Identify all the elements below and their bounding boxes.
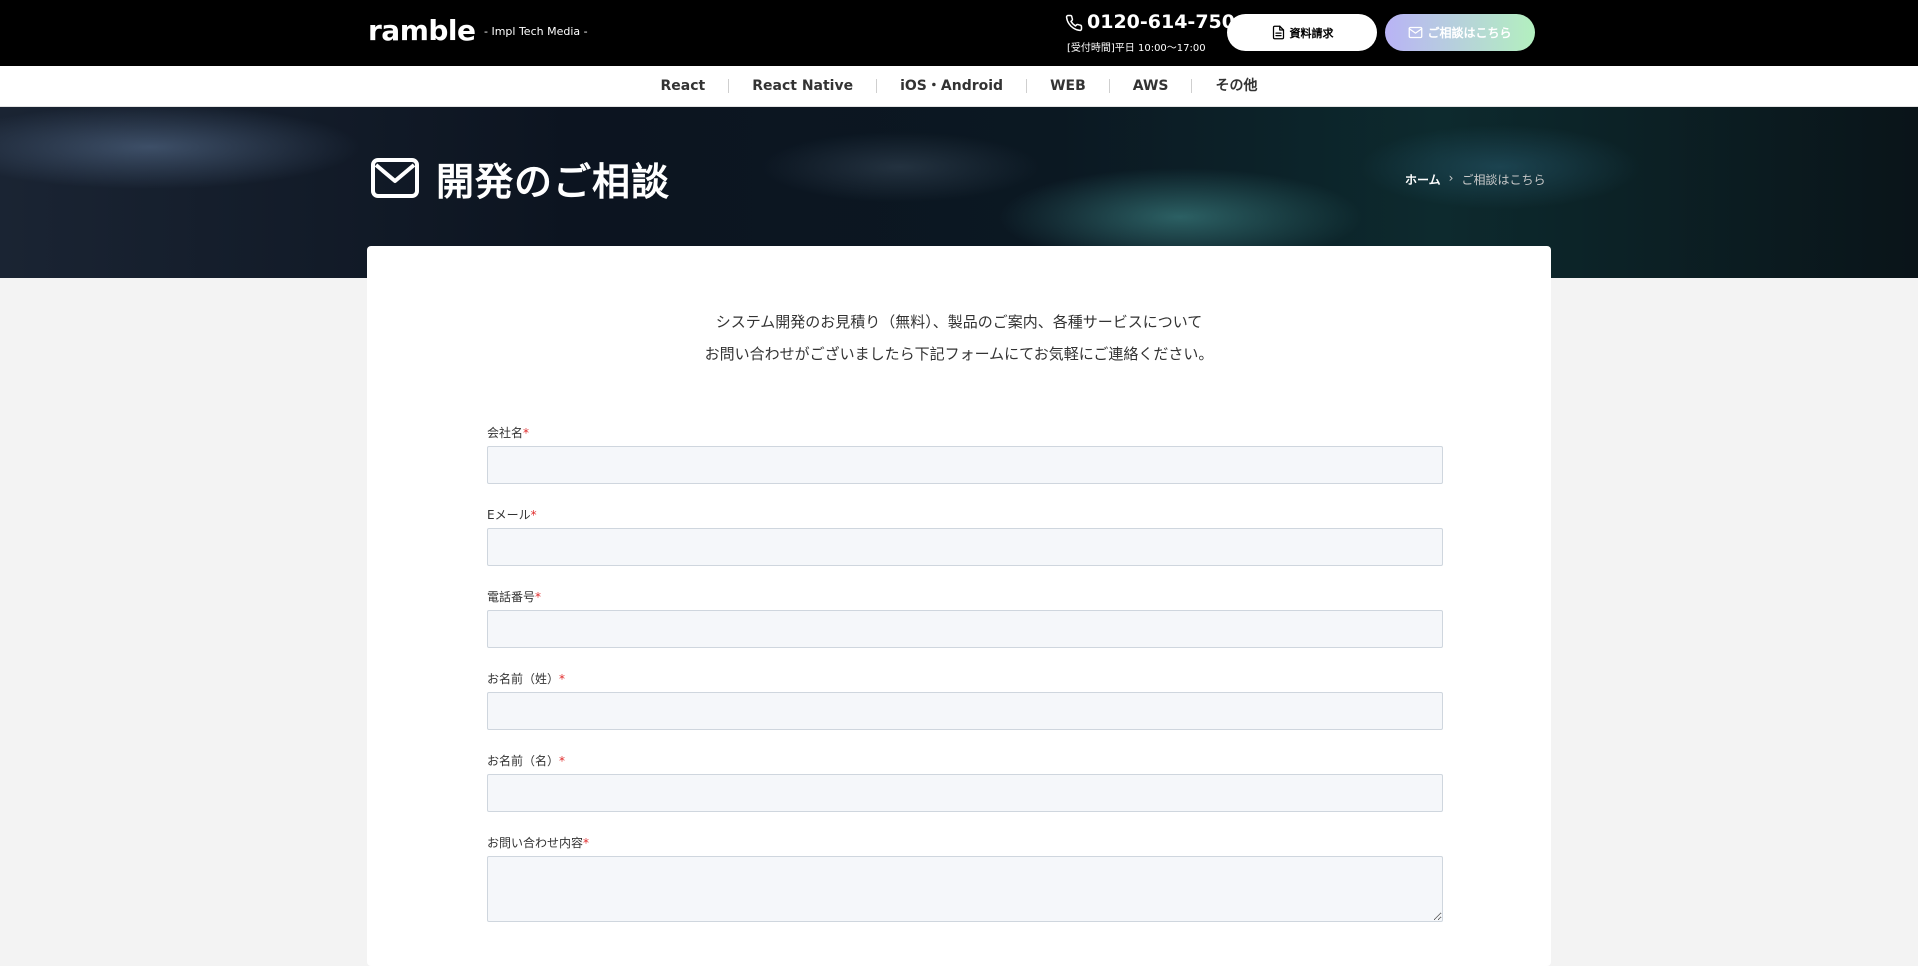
- last-name-input[interactable]: [487, 692, 1443, 730]
- required-mark: *: [559, 672, 566, 686]
- first-name-input[interactable]: [487, 774, 1443, 812]
- nav-item-react[interactable]: React: [638, 79, 730, 93]
- phone-icon: [1065, 14, 1083, 32]
- first-name-label: お名前（名）*: [487, 754, 566, 768]
- consult-button[interactable]: ご相談はこちら: [1385, 14, 1535, 51]
- breadcrumb-home[interactable]: ホーム: [1405, 171, 1441, 188]
- phone-input[interactable]: [487, 610, 1443, 648]
- site-logo[interactable]: ramble: [368, 14, 476, 47]
- site-tagline: - Impl Tech Media -: [484, 25, 588, 38]
- company-name-label: 会社名*: [487, 426, 530, 440]
- company-name-input[interactable]: [487, 446, 1443, 484]
- doc-request-label: 資料請求: [1289, 26, 1334, 40]
- page-title: 開発のご相談: [436, 160, 671, 204]
- breadcrumb: ホーム › ご相談はこちら: [1405, 171, 1545, 188]
- phone-number[interactable]: 0120-614-750: [1087, 11, 1235, 33]
- nav-item-other[interactable]: その他: [1192, 79, 1280, 93]
- last-name-label: お名前（姓）*: [487, 672, 566, 686]
- document-icon: [1272, 25, 1284, 40]
- required-mark: *: [530, 508, 537, 522]
- top-header: ramble - Impl Tech Media - 0120-614-750 …: [0, 0, 1918, 66]
- required-mark: *: [523, 426, 530, 440]
- intro-line-2: お問い合わせがございましたら下記フォームにてお気軽にご連絡ください。: [704, 345, 1214, 363]
- mail-icon: [371, 158, 419, 198]
- doc-request-button[interactable]: 資料請求: [1227, 14, 1377, 51]
- intro-line-1: システム開発のお見積り（無料）、製品のご案内、各種サービスについて: [715, 313, 1203, 331]
- contact-form-card: システム開発のお見積り（無料）、製品のご案内、各種サービスについて お問い合わせ…: [367, 246, 1551, 966]
- nav-item-aws[interactable]: AWS: [1110, 79, 1193, 93]
- nav-item-web[interactable]: WEB: [1027, 79, 1110, 93]
- inquiry-textarea[interactable]: [487, 856, 1443, 922]
- email-label: Eメール*: [487, 508, 537, 522]
- chevron-right-icon: ›: [1448, 171, 1454, 185]
- intro-text: システム開発のお見積り（無料）、製品のご案内、各種サービスについて お問い合わせ…: [367, 306, 1551, 370]
- required-mark: *: [559, 754, 566, 768]
- email-input[interactable]: [487, 528, 1443, 566]
- nav-item-react-native[interactable]: React Native: [729, 79, 878, 93]
- consult-label: ご相談はこちら: [1427, 26, 1512, 40]
- phone-label: 電話番号*: [487, 590, 542, 604]
- nav-item-ios-android[interactable]: iOS・Android: [877, 79, 1028, 93]
- breadcrumb-current: ご相談はこちら: [1461, 173, 1546, 187]
- main-nav: React React Native iOS・Android WEB AWS そ…: [0, 66, 1918, 107]
- inquiry-label: お問い合わせ内容*: [487, 836, 590, 850]
- required-mark: *: [583, 836, 590, 850]
- required-mark: *: [535, 590, 542, 604]
- phone-hours: [受付時間]平日 10:00〜17:00: [1067, 43, 1206, 54]
- mail-icon: [1409, 26, 1423, 39]
